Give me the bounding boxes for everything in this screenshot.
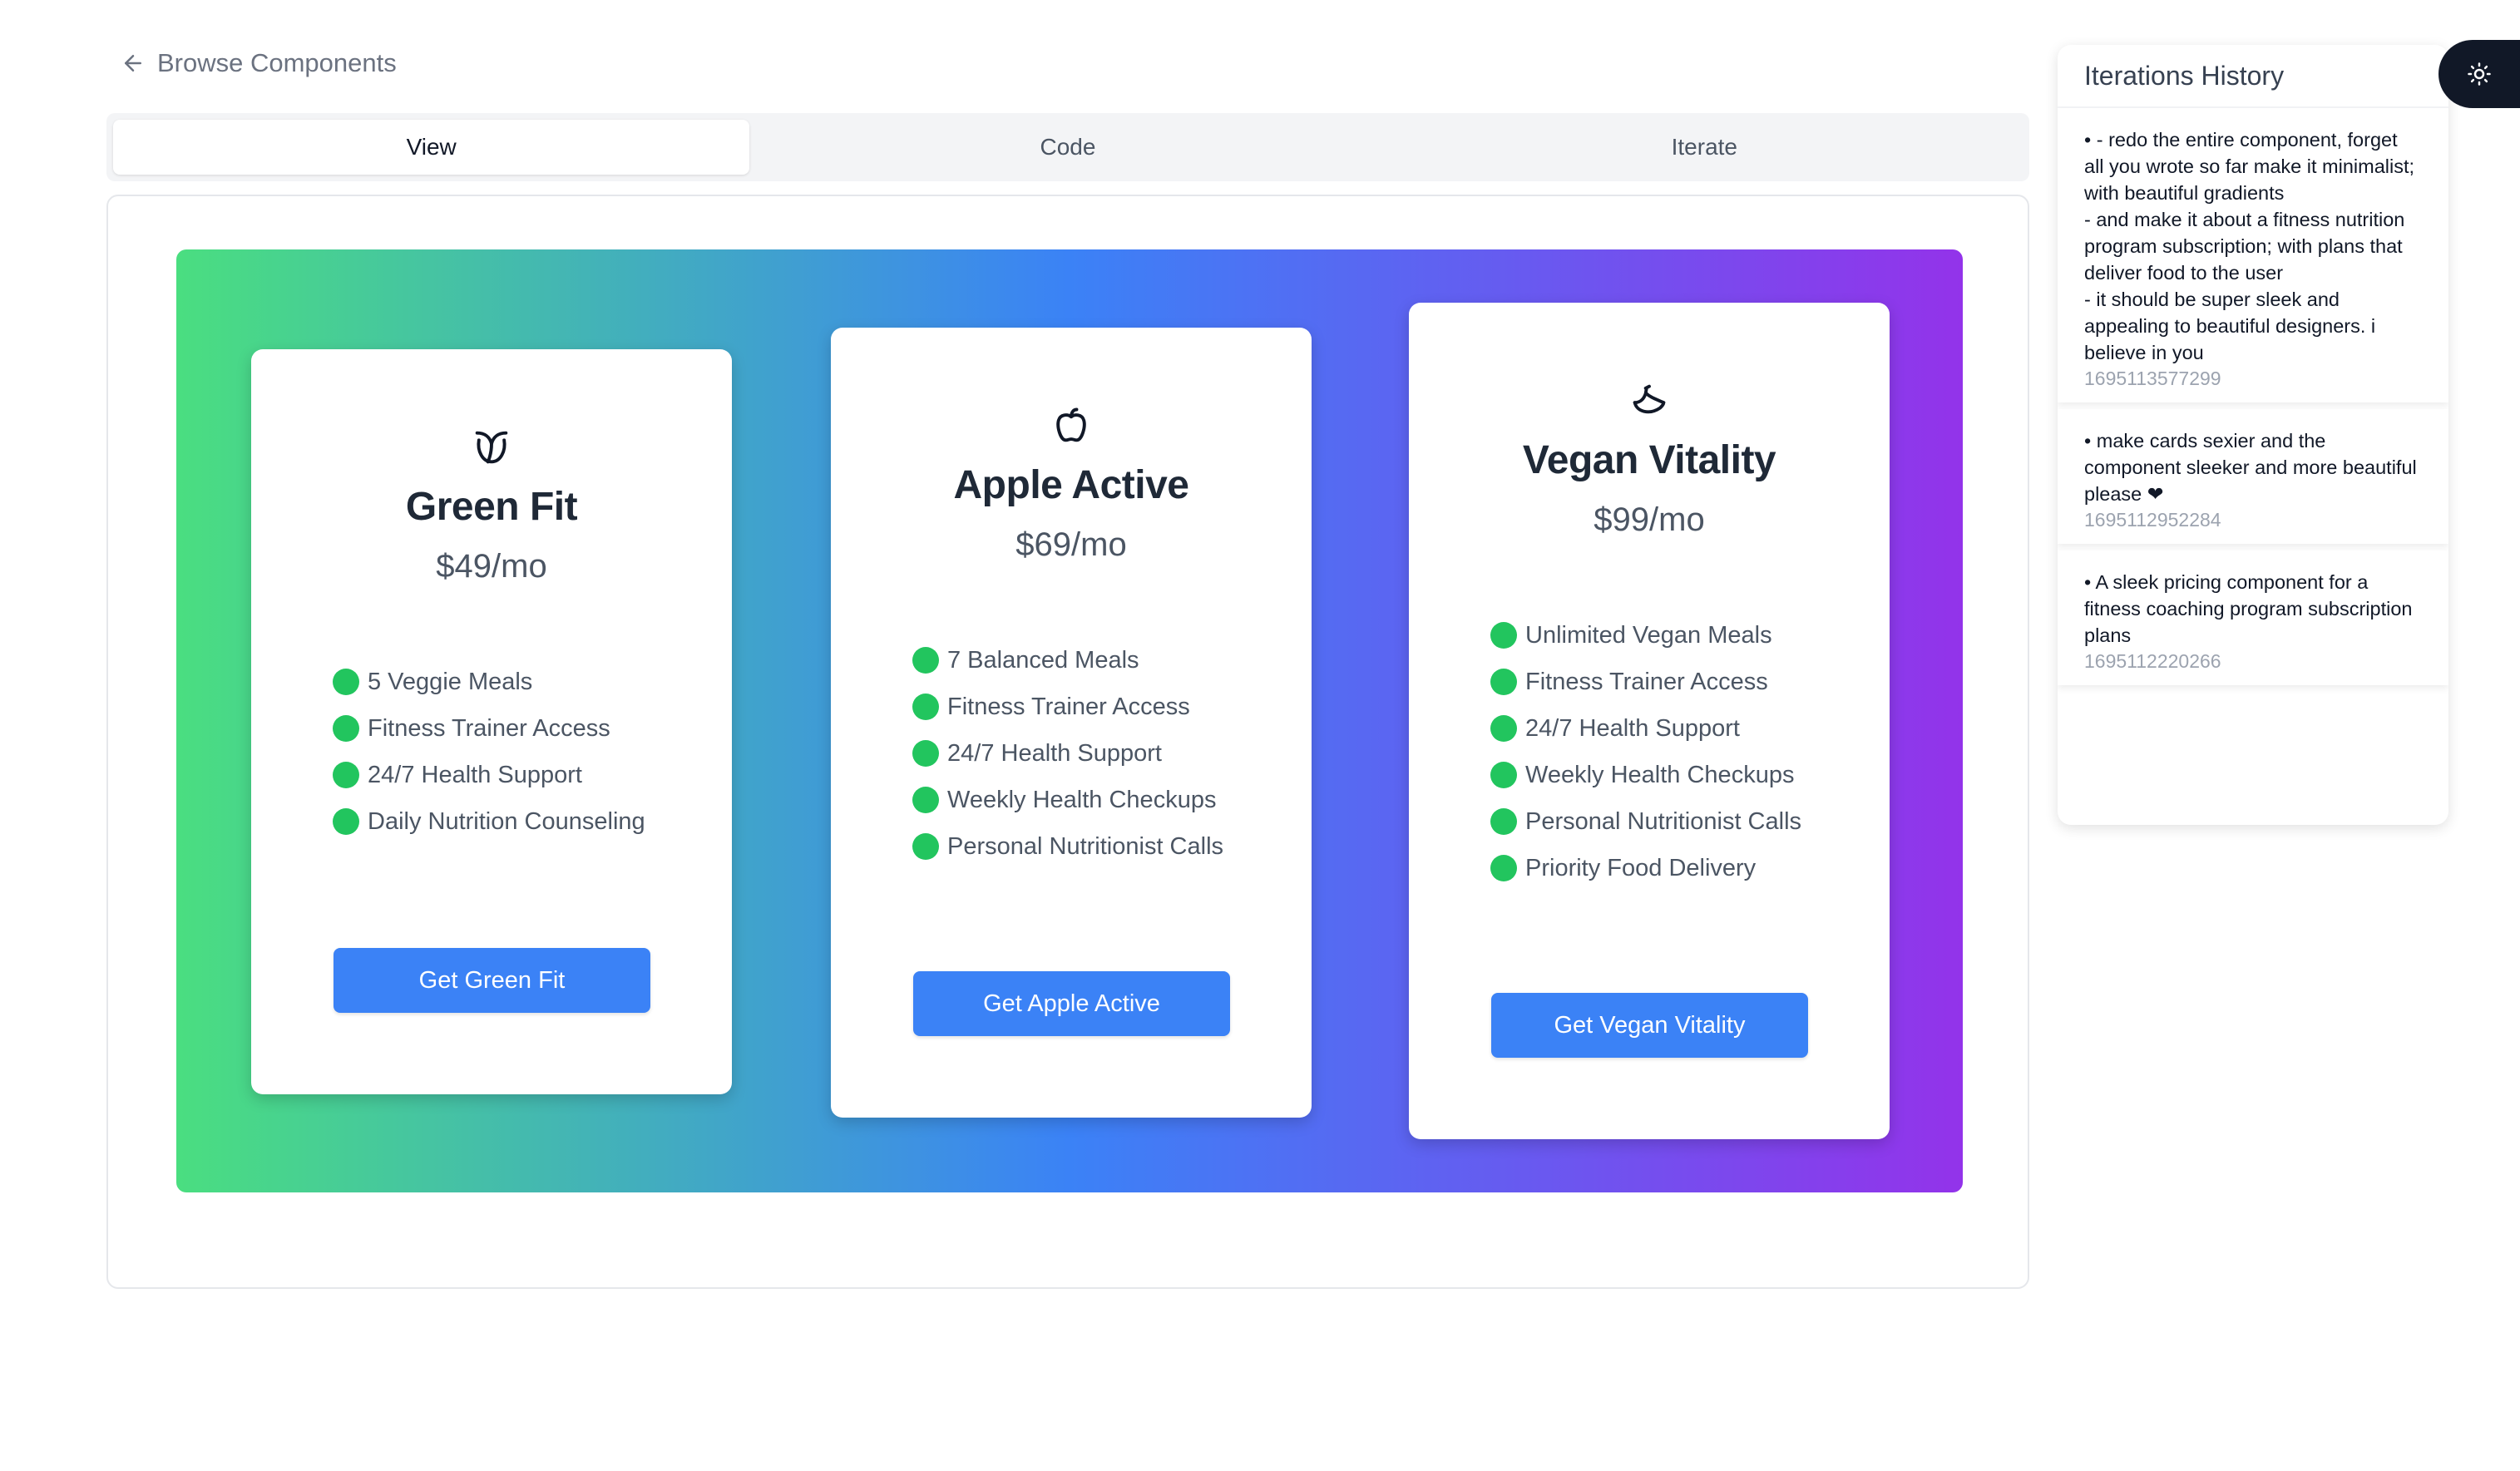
check-dot-icon	[1490, 622, 1517, 649]
check-dot-icon	[1490, 715, 1517, 742]
pricing-card-green-fit: Green Fit $49/mo 5 Veggie Meals Fitness …	[251, 349, 732, 1094]
history-item[interactable]: • make cards sexier and the component sl…	[2058, 409, 2448, 544]
vegan-leaf-icon	[470, 426, 513, 469]
feature-label: Unlimited Vegan Meals	[1525, 621, 1772, 649]
feature-list: Unlimited Vegan Meals Fitness Trainer Ac…	[1490, 612, 1801, 891]
back-link[interactable]: Browse Components	[121, 48, 397, 78]
feature-item: Weekly Health Checkups	[1490, 752, 1801, 798]
feature-item: Fitness Trainer Access	[912, 684, 1223, 730]
check-dot-icon	[1490, 669, 1517, 695]
plan-price: $99/mo	[1594, 501, 1705, 538]
history-item[interactable]: • - redo the entire component, forget al…	[2058, 108, 2448, 402]
feature-label: 24/7 Health Support	[947, 739, 1162, 767]
history-message: • A sleek pricing component for a fitnes…	[2084, 571, 2413, 646]
feature-label: Weekly Health Checkups	[947, 786, 1217, 813]
feature-label: 7 Balanced Meals	[947, 646, 1139, 674]
tab-iterate-label: Iterate	[1671, 134, 1738, 160]
get-apple-active-button[interactable]: Get Apple Active	[913, 971, 1230, 1036]
plan-name: Apple Active	[953, 463, 1189, 507]
check-dot-icon	[912, 694, 939, 720]
feature-label: Fitness Trainer Access	[368, 714, 610, 742]
history-timestamp: 1695112220266	[2084, 650, 2221, 672]
feature-label: 24/7 Health Support	[368, 761, 582, 788]
check-dot-icon	[333, 669, 359, 695]
history-timestamp: 1695112952284	[2084, 509, 2221, 531]
arrow-left-icon	[125, 55, 141, 72]
feature-item: 7 Balanced Meals	[912, 637, 1223, 684]
feature-item: 24/7 Health Support	[1490, 705, 1801, 752]
preview-frame: Green Fit $49/mo 5 Veggie Meals Fitness …	[106, 195, 2029, 1289]
feature-item: Personal Nutritionist Calls	[912, 823, 1223, 870]
check-dot-icon	[333, 762, 359, 788]
feature-list: 5 Veggie Meals Fitness Trainer Access 24…	[333, 659, 645, 845]
iterations-history-title: Iterations History	[2058, 45, 2448, 108]
history-message: • - redo the entire component, forget al…	[2084, 129, 2415, 363]
feature-item: Fitness Trainer Access	[1490, 659, 1801, 705]
feature-item: Weekly Health Checkups	[912, 777, 1223, 823]
get-vegan-vitality-button[interactable]: Get Vegan Vitality	[1491, 993, 1808, 1058]
view-tabs: View Code Iterate	[106, 113, 2029, 181]
get-green-fit-button[interactable]: Get Green Fit	[334, 948, 650, 1013]
check-dot-icon	[333, 808, 359, 835]
iterations-history-panel: Iterations History • - redo the entire c…	[2058, 45, 2448, 825]
apple-icon	[1050, 404, 1093, 447]
check-dot-icon	[912, 740, 939, 767]
feature-label: Fitness Trainer Access	[947, 693, 1190, 720]
history-item[interactable]: • A sleek pricing component for a fitnes…	[2058, 550, 2448, 685]
banana-icon	[1628, 379, 1671, 422]
history-timestamp: 1695113577299	[2084, 368, 2221, 389]
feature-label: Daily Nutrition Counseling	[368, 807, 645, 835]
check-dot-icon	[1490, 762, 1517, 788]
tab-view[interactable]: View	[113, 120, 750, 175]
plan-name: Green Fit	[405, 485, 578, 529]
check-dot-icon	[912, 787, 939, 813]
pricing-gradient-panel: Green Fit $49/mo 5 Veggie Meals Fitness …	[176, 249, 1963, 1192]
check-dot-icon	[1490, 855, 1517, 881]
feature-item: 5 Veggie Meals	[333, 659, 645, 705]
feature-item: Daily Nutrition Counseling	[333, 798, 645, 845]
back-link-label: Browse Components	[157, 48, 397, 77]
feature-list: 7 Balanced Meals Fitness Trainer Access …	[912, 637, 1223, 870]
feature-label: 24/7 Health Support	[1525, 714, 1740, 742]
tab-view-label: View	[406, 134, 457, 160]
feature-label: Fitness Trainer Access	[1525, 668, 1768, 695]
check-dot-icon	[333, 715, 359, 742]
page: Browse Components View Code Iterate Gree…	[0, 0, 2520, 1471]
plan-price: $69/mo	[1015, 526, 1127, 563]
check-dot-icon	[1490, 808, 1517, 835]
check-dot-icon	[912, 647, 939, 674]
feature-label: Priority Food Delivery	[1525, 854, 1757, 881]
feature-label: 5 Veggie Meals	[368, 668, 533, 695]
feature-label: Weekly Health Checkups	[1525, 761, 1795, 788]
check-dot-icon	[912, 833, 939, 860]
plan-price: $49/mo	[436, 548, 547, 585]
tab-iterate[interactable]: Iterate	[1386, 120, 2023, 175]
tab-code[interactable]: Code	[749, 120, 1386, 175]
feature-label: Personal Nutritionist Calls	[947, 832, 1224, 860]
pricing-card-vegan-vitality: Vegan Vitality $99/mo Unlimited Vegan Me…	[1409, 303, 1890, 1139]
theme-toggle-button[interactable]	[2438, 40, 2520, 108]
feature-item: 24/7 Health Support	[333, 752, 645, 798]
feature-label: Personal Nutritionist Calls	[1525, 807, 1802, 835]
plan-name: Vegan Vitality	[1522, 438, 1776, 482]
feature-item: Fitness Trainer Access	[333, 705, 645, 752]
feature-item: Personal Nutritionist Calls	[1490, 798, 1801, 845]
feature-item: Priority Food Delivery	[1490, 845, 1801, 891]
history-message: • make cards sexier and the component sl…	[2084, 430, 2417, 505]
feature-item: Unlimited Vegan Meals	[1490, 612, 1801, 659]
feature-item: 24/7 Health Support	[912, 730, 1223, 777]
pricing-card-apple-active: Apple Active $69/mo 7 Balanced Meals Fit…	[831, 328, 1312, 1118]
sun-icon	[2468, 62, 2491, 86]
tab-code-label: Code	[1040, 134, 1096, 160]
